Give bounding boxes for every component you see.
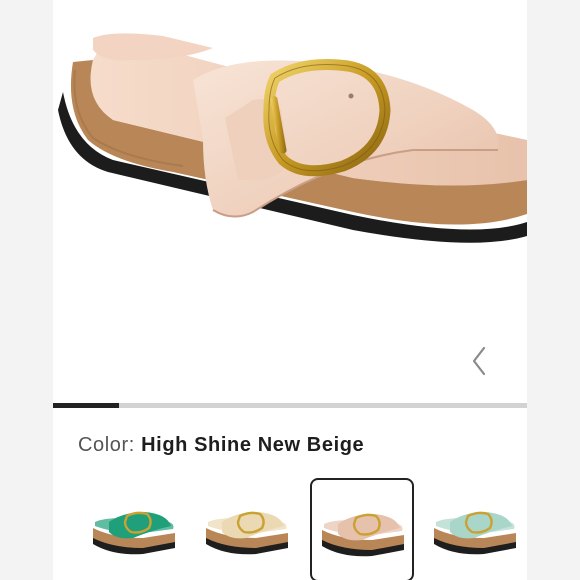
sandal-product-image [58, 33, 527, 243]
chevron-left-icon[interactable] [467, 344, 493, 378]
gallery-progress-bar [53, 403, 527, 408]
color-label: Color: [78, 434, 135, 456]
product-image[interactable] [53, 0, 527, 402]
sandal-thumbnail-icon [93, 511, 175, 555]
color-swatches [53, 478, 527, 580]
sandal-thumbnail-icon [206, 511, 288, 555]
sandal-thumbnail-icon [322, 513, 404, 557]
color-selection: Color: High Shine New Beige [78, 434, 364, 457]
swatch-mint[interactable] [424, 478, 527, 580]
gallery-progress-fill [53, 403, 120, 408]
swatch-high-shine-new-beige[interactable] [310, 478, 414, 580]
color-value: High Shine New Beige [141, 434, 365, 456]
swatch-green[interactable] [83, 478, 187, 580]
product-page: Color: High Shine New Beige [53, 0, 527, 580]
sandal-thumbnail-icon [434, 511, 516, 555]
swatch-cream[interactable] [196, 478, 300, 580]
